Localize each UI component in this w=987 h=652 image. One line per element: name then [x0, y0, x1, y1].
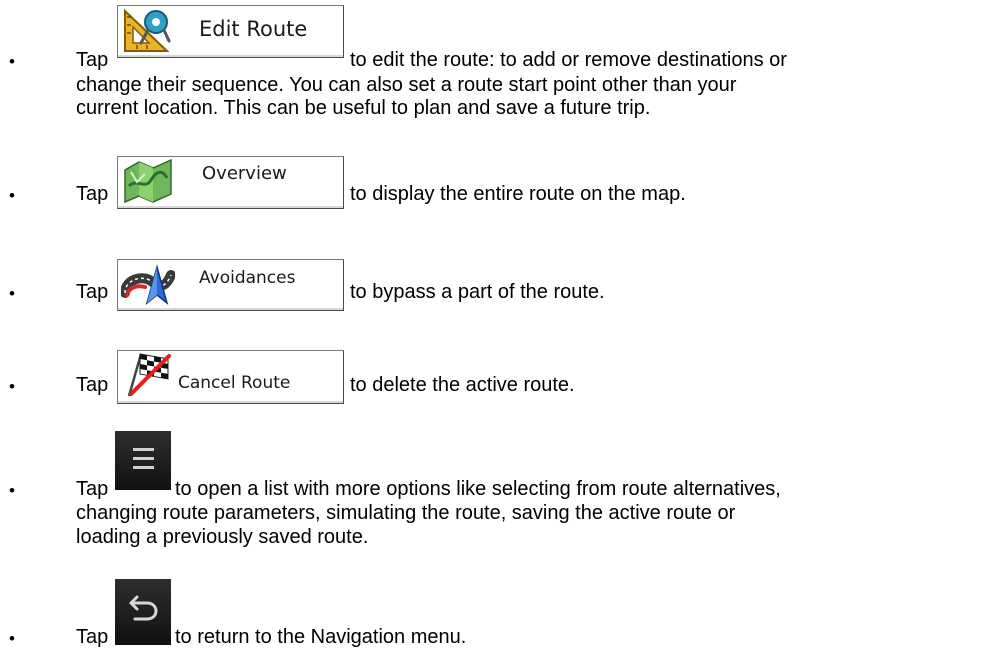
description-line: changing route parameters, simulating th…: [76, 502, 736, 524]
bullet: •: [9, 186, 15, 205]
tap-text: Tap: [76, 49, 109, 71]
tap-text: Tap: [76, 281, 109, 303]
description-line: to open a list with more options like se…: [175, 478, 781, 500]
bullet: •: [9, 629, 15, 648]
hamburger-menu-icon: [133, 448, 154, 469]
tap-text: Tap: [76, 183, 109, 205]
bullet: •: [9, 52, 15, 71]
back-button[interactable]: [115, 579, 171, 645]
avoidances-button[interactable]: Avoidances: [117, 259, 344, 311]
overview-button[interactable]: Overview: [117, 156, 344, 209]
description-line: to bypass a part of the route.: [350, 281, 605, 303]
tap-text: Tap: [76, 478, 109, 500]
cancel-route-label: Cancel Route: [178, 373, 291, 393]
edit-route-label: Edit Route: [199, 17, 308, 41]
edit-route-button[interactable]: Edit Route: [117, 5, 344, 58]
tap-text: Tap: [76, 626, 109, 648]
description-line: to delete the active route.: [350, 374, 575, 396]
description-line: change their sequence. You can also set …: [76, 74, 737, 96]
map-overview-icon: [124, 158, 172, 204]
cancel-route-button[interactable]: Cancel Route: [117, 350, 344, 404]
bullet: •: [9, 481, 15, 500]
more-options-button[interactable]: [115, 431, 171, 490]
road-avoid-icon: [121, 264, 175, 306]
bullet: •: [9, 377, 15, 396]
avoidances-label: Avoidances: [199, 268, 296, 288]
description-line: to display the entire route on the map.: [350, 183, 686, 205]
checkered-flag-crossed-icon: [127, 353, 171, 397]
tap-text: Tap: [76, 374, 109, 396]
set-square-compass-icon: [124, 8, 171, 52]
back-arrow-icon: [129, 595, 158, 621]
overview-label: Overview: [202, 163, 287, 184]
description-line: to edit the route: to add or remove dest…: [350, 49, 787, 71]
description-line: to return to the Navigation menu.: [175, 626, 467, 648]
bullet: •: [9, 284, 15, 303]
description-line: current location. This can be useful to …: [76, 97, 651, 119]
description-line: loading a previously saved route.: [76, 526, 369, 548]
